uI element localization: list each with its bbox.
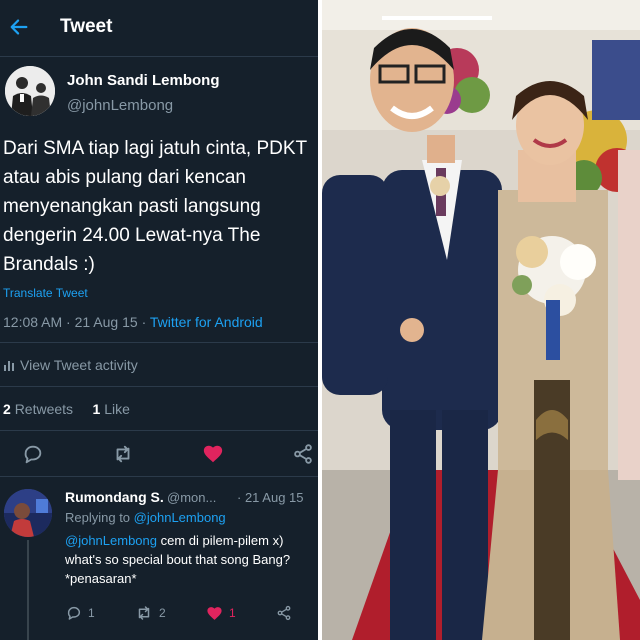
activity-label: View Tweet activity <box>20 357 138 373</box>
speech-bubble-icon[interactable] <box>22 443 44 465</box>
reply-comment-count: 1 <box>88 606 95 620</box>
divider <box>0 476 318 477</box>
reply-comment-action[interactable]: 1 <box>66 604 95 622</box>
retweet-count[interactable]: 2 <box>3 401 11 417</box>
arrow-left-icon[interactable] <box>8 16 30 38</box>
replying-to-link[interactable]: @johnLembong <box>134 510 226 525</box>
tweet-panel: Tweet John Sandi Lembong @johnLembong Da… <box>0 0 318 640</box>
tweet-meta: 12:08 AM · 21 Aug 15 · Twitter for Andro… <box>3 314 263 330</box>
reply-retweet-count: 2 <box>159 606 166 620</box>
retweet-label[interactable]: Retweets <box>15 401 73 417</box>
view-activity-link[interactable]: View Tweet activity <box>3 357 138 373</box>
share-icon[interactable] <box>292 443 314 465</box>
meta-separator: · <box>141 314 150 330</box>
author-handle[interactable]: @johnLembong <box>67 97 173 114</box>
heart-icon <box>207 606 222 620</box>
tweet-stats: 2 Retweets 1 Like <box>3 401 130 417</box>
author-name[interactable]: John Sandi Lembong <box>67 72 220 89</box>
reply-mention-link[interactable]: @johnLembong <box>65 533 157 548</box>
like-count[interactable]: 1 <box>93 401 101 417</box>
divider <box>0 342 318 343</box>
retweet-icon[interactable] <box>112 443 134 465</box>
tweet-text: Dari SMA tiap lagi jatuh cinta, PDKT ata… <box>3 138 307 275</box>
reply-retweet-action[interactable]: 2 <box>135 604 166 622</box>
divider <box>0 386 318 387</box>
like-label[interactable]: Like <box>104 401 130 417</box>
meta-separator: · <box>66 314 75 330</box>
wedding-photo <box>322 0 640 640</box>
translate-link[interactable]: Translate Tweet <box>3 286 88 300</box>
reply-author-name[interactable]: Rumondang S. <box>65 489 164 505</box>
page-title: Tweet <box>60 16 113 37</box>
top-bar: Tweet <box>0 0 318 56</box>
retweet-icon <box>138 606 150 620</box>
tweet-time: 12:08 AM <box>3 314 63 330</box>
reply-share-action[interactable] <box>276 604 292 622</box>
wedding-couple-illustration <box>322 0 640 640</box>
reply-date: · 21 Aug 15 <box>237 490 304 505</box>
reply-like-count: 1 <box>229 606 236 620</box>
reply-text: @johnLembong cem di pilem-pilem x) what'… <box>65 531 317 588</box>
replying-to: Replying to @johnLembong <box>65 510 226 525</box>
thread-line <box>27 540 29 640</box>
share-icon <box>277 605 291 621</box>
reply-author-handle[interactable]: @mon... <box>167 490 216 505</box>
author-avatar[interactable] <box>5 66 55 116</box>
replying-label: Replying to <box>65 510 131 525</box>
divider <box>0 56 318 57</box>
tweet-date: 21 Aug 15 <box>74 314 138 330</box>
heart-icon[interactable] <box>202 443 224 465</box>
reply-avatar[interactable] <box>4 489 52 537</box>
bar-chart-icon <box>4 361 14 371</box>
reply-like-action[interactable]: 1 <box>206 604 236 622</box>
divider <box>0 430 318 431</box>
tweet-source-link[interactable]: Twitter for Android <box>150 314 263 330</box>
speech-bubble-icon <box>67 606 81 620</box>
